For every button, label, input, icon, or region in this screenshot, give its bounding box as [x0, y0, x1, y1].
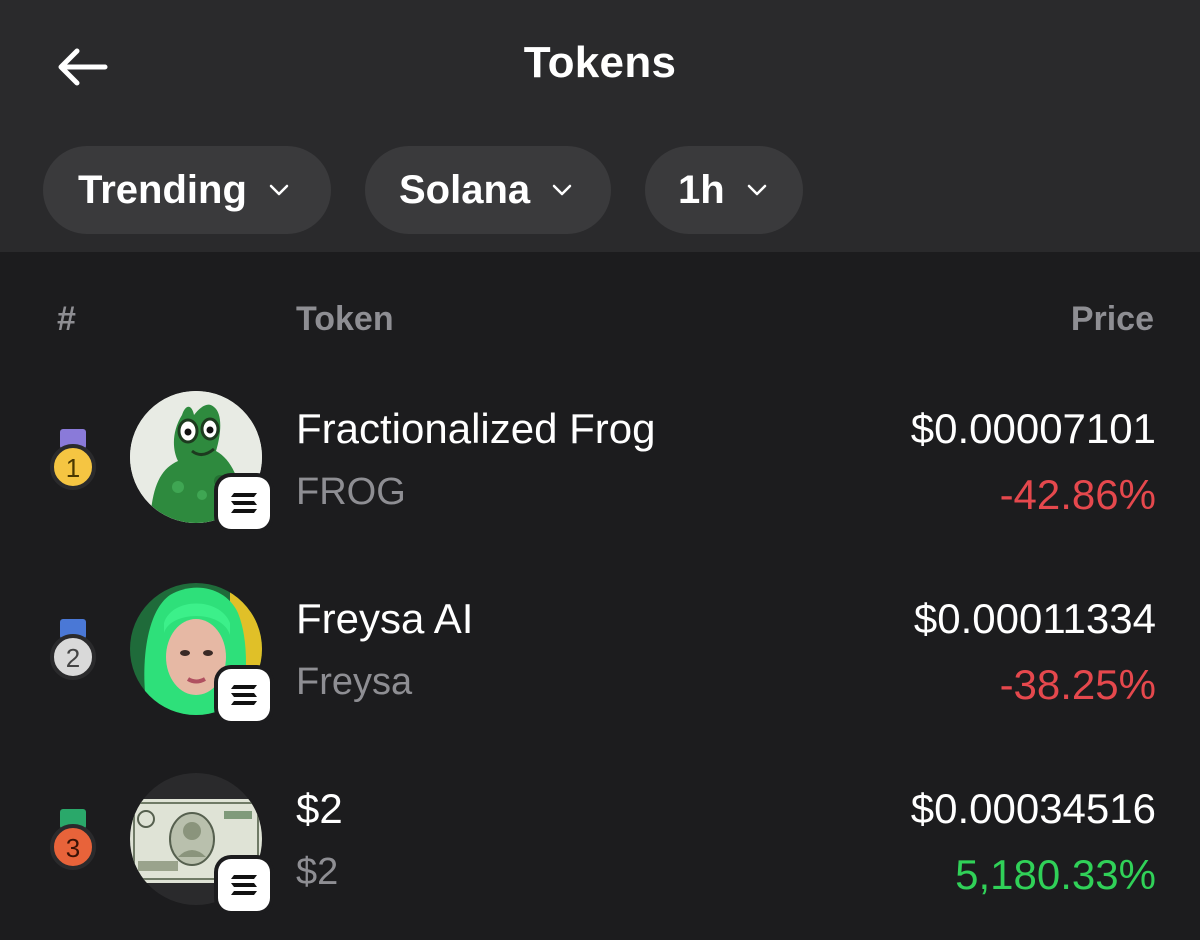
page-title: Tokens	[523, 38, 677, 87]
solana-icon	[218, 477, 270, 529]
token-price: $0.00011334	[913, 595, 1156, 642]
token-row[interactable]: 1 Fractionalized Frog FROG $0.00007101 -…	[0, 385, 1200, 535]
silver-medal-icon: 2	[50, 619, 96, 680]
solana-icon	[218, 669, 270, 721]
gold-medal-icon: 1	[50, 429, 96, 490]
column-header-rank: #	[57, 300, 76, 338]
bronze-medal-icon: 3	[50, 809, 96, 870]
filter-timeframe-label: 1h	[678, 167, 725, 212]
token-name: Freysa AI	[296, 595, 474, 642]
filter-sort-dropdown[interactable]: Trending	[43, 146, 331, 234]
chevron-down-icon	[552, 184, 572, 196]
chevron-down-icon	[269, 184, 289, 196]
column-header-token: Token	[296, 300, 394, 338]
token-symbol: FROG	[296, 471, 406, 513]
column-header-price[interactable]: Price	[1071, 300, 1154, 339]
filter-timeframe-dropdown[interactable]: 1h	[645, 146, 803, 234]
svg-text:3: 3	[66, 833, 80, 863]
filter-sort-label: Trending	[78, 167, 247, 212]
token-change: -42.86%	[999, 471, 1156, 518]
token-symbol: $2	[296, 851, 339, 893]
svg-text:1: 1	[66, 453, 80, 483]
token-name: Fractionalized Frog	[296, 405, 656, 452]
token-price: $0.00007101	[910, 405, 1156, 452]
filter-chain-dropdown[interactable]: Solana	[365, 146, 611, 234]
token-change: -38.25%	[999, 661, 1156, 708]
token-row[interactable]: 3 $2 $2 $0.00034516 5,180.33%	[0, 767, 1200, 917]
top-bar: Tokens Trending Solana 1h	[0, 0, 1200, 252]
token-change: 5,180.33%	[955, 851, 1156, 898]
token-symbol: Freysa	[296, 661, 413, 703]
token-row[interactable]: 2 Freysa AI Freysa $0.00011334 -38.25%	[0, 577, 1200, 727]
token-price: $0.00034516	[910, 785, 1156, 832]
svg-text:2: 2	[66, 643, 80, 673]
solana-icon	[218, 859, 270, 911]
chevron-down-icon	[747, 184, 767, 196]
filter-chain-label: Solana	[399, 167, 531, 212]
token-name: $2	[296, 785, 343, 832]
